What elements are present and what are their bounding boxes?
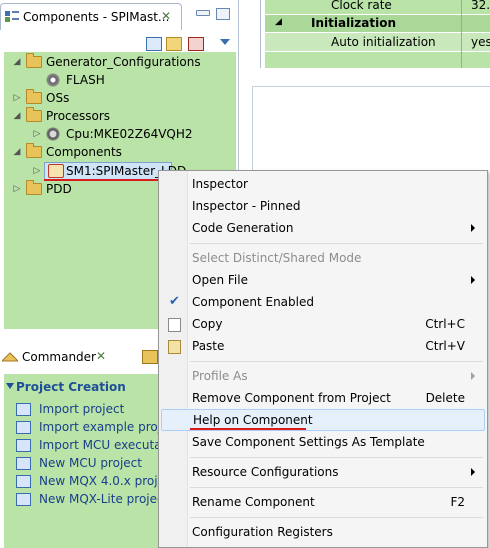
property-value: 32.76 xyxy=(471,0,490,12)
tree-item-label: OSs xyxy=(46,91,70,105)
table-row[interactable]: ◢ Initialization xyxy=(265,15,490,32)
menu-item-copy[interactable]: Copy Ctrl+C xyxy=(161,313,483,335)
collapsed-arrow-icon[interactable]: ▷ xyxy=(32,125,42,143)
properties-table: Clock rate 32.76 ◢ Initialization Auto i… xyxy=(260,0,490,68)
submenu-arrow-icon xyxy=(471,468,475,476)
menu-item-inspector-pinned[interactable]: Inspector - Pinned xyxy=(161,195,483,217)
gear-icon xyxy=(46,73,60,87)
table-row xyxy=(265,52,490,68)
tree-item-oss[interactable]: ▷ OSs xyxy=(4,89,234,107)
menu-item-profile-as: Profile As xyxy=(161,365,483,387)
property-name: Clock rate xyxy=(331,0,392,12)
menu-item-select-distinct-shared-mode: Select Distinct/Shared Mode xyxy=(192,251,362,265)
tree-item-label: Cpu:MKE02Z64VQH2 xyxy=(66,127,193,141)
folder-icon xyxy=(26,180,42,195)
menu-item-rename-component[interactable]: Rename Component F2 xyxy=(161,491,483,513)
menu-item-remove-component[interactable]: Remove Component from Project Delete xyxy=(161,387,483,409)
menu-separator xyxy=(190,487,483,488)
new-folder-icon[interactable] xyxy=(166,37,182,51)
menu-item-inspector[interactable]: Inspector xyxy=(161,173,483,195)
commander-toolbar-icon[interactable] xyxy=(142,350,158,364)
property-name: Auto initialization xyxy=(331,35,436,49)
property-value: yes xyxy=(471,35,490,49)
shortcut: F2 xyxy=(450,495,465,509)
component-icon xyxy=(48,164,64,178)
new-project-icon xyxy=(16,457,31,470)
components-tab-label: Components - SPIMast... xyxy=(23,10,170,24)
table-row[interactable]: Clock rate 32.76 xyxy=(265,0,490,14)
components-view-icon xyxy=(5,10,19,23)
tree-item-label: Components xyxy=(46,145,122,159)
tree-item-label: Processors xyxy=(46,109,111,123)
import-icon xyxy=(16,439,31,452)
tree-item-processors[interactable]: ◢ Processors xyxy=(4,107,234,125)
collapsed-arrow-icon[interactable]: ▷ xyxy=(12,89,22,107)
menu-item-component-enabled[interactable]: ✔ Component Enabled xyxy=(161,291,483,313)
paste-icon xyxy=(168,340,181,354)
annotation-underline xyxy=(190,428,306,430)
folder-icon xyxy=(26,53,42,68)
section-expand-icon[interactable] xyxy=(6,383,14,389)
submenu-arrow-icon xyxy=(471,372,475,380)
tab-components[interactable]: Components - SPIMast... ✕ xyxy=(0,3,182,30)
commander-icon xyxy=(0,350,20,362)
folder-icon xyxy=(26,143,42,158)
import-icon xyxy=(16,403,31,416)
context-menu: Inspector Inspector - Pinned Code Genera… xyxy=(158,170,488,548)
menu-separator xyxy=(190,457,483,458)
menu-item-open-file[interactable]: Open File xyxy=(161,269,483,291)
menu-item-resource-configurations[interactable]: Resource Configurations xyxy=(161,461,483,483)
menu-item-code-generation[interactable]: Code Generation xyxy=(161,217,483,239)
collapse-all-icon[interactable] xyxy=(146,37,162,51)
import-icon xyxy=(16,421,31,434)
menu-item-paste[interactable]: Paste Ctrl+V xyxy=(161,335,483,357)
tree-item-components[interactable]: ◢ Components xyxy=(4,143,234,161)
components-toolbar xyxy=(0,30,238,52)
property-group-name: Initialization xyxy=(311,16,397,30)
cpu-icon xyxy=(46,127,60,141)
collapsed-arrow-icon[interactable]: ▷ xyxy=(12,180,22,198)
expanded-arrow-icon[interactable]: ◢ xyxy=(12,143,22,161)
menu-separator xyxy=(190,361,483,362)
add-component-icon[interactable] xyxy=(188,37,204,51)
menu-item-configuration-registers[interactable]: Configuration Registers xyxy=(161,521,483,543)
folder-icon xyxy=(26,107,42,122)
close-icon[interactable]: ✕ xyxy=(96,349,106,363)
tree-item-flash[interactable]: FLASH xyxy=(4,71,234,89)
tree-item-generator-configurations[interactable]: ◢ Generator_Configurations xyxy=(4,53,234,71)
close-icon[interactable]: ✕ xyxy=(161,9,171,23)
commander-tab-label: Commander xyxy=(22,350,96,364)
expanded-arrow-icon[interactable]: ◢ xyxy=(12,107,22,125)
shortcut: Delete xyxy=(425,391,465,405)
shortcut: Ctrl+C xyxy=(425,317,465,331)
tree-item-cpu[interactable]: ▷ Cpu:MKE02Z64VQH2 xyxy=(4,125,234,143)
checkmark-icon: ✔ xyxy=(169,294,180,309)
new-project-icon xyxy=(16,493,31,506)
menu-separator xyxy=(190,517,483,518)
submenu-arrow-icon xyxy=(471,224,475,232)
shortcut: Ctrl+V xyxy=(425,339,465,353)
tab-commander[interactable]: Commander ✕ xyxy=(0,344,118,370)
table-row[interactable]: Auto initialization yes xyxy=(265,33,490,51)
tree-item-label: Generator_Configurations xyxy=(46,55,201,69)
view-menu-icon[interactable] xyxy=(220,39,230,45)
folder-icon xyxy=(26,89,42,104)
menu-item-save-component-settings[interactable]: Save Component Settings As Template xyxy=(161,431,483,453)
new-project-icon xyxy=(16,475,31,488)
tree-item-label: PDD xyxy=(46,182,72,196)
expanded-arrow-icon[interactable]: ◢ xyxy=(12,53,22,71)
maximize-icon[interactable] xyxy=(216,8,230,20)
menu-separator xyxy=(190,243,483,244)
tree-item-label: FLASH xyxy=(66,73,105,87)
expanded-arrow-icon[interactable]: ◢ xyxy=(275,17,282,27)
minimize-icon[interactable] xyxy=(196,10,210,16)
collapsed-arrow-icon[interactable]: ▷ xyxy=(32,162,42,180)
column-divider xyxy=(461,0,462,68)
section-title[interactable]: Project Creation xyxy=(16,380,126,394)
submenu-arrow-icon xyxy=(471,276,475,284)
editor-area xyxy=(252,86,490,183)
copy-icon xyxy=(168,318,181,332)
